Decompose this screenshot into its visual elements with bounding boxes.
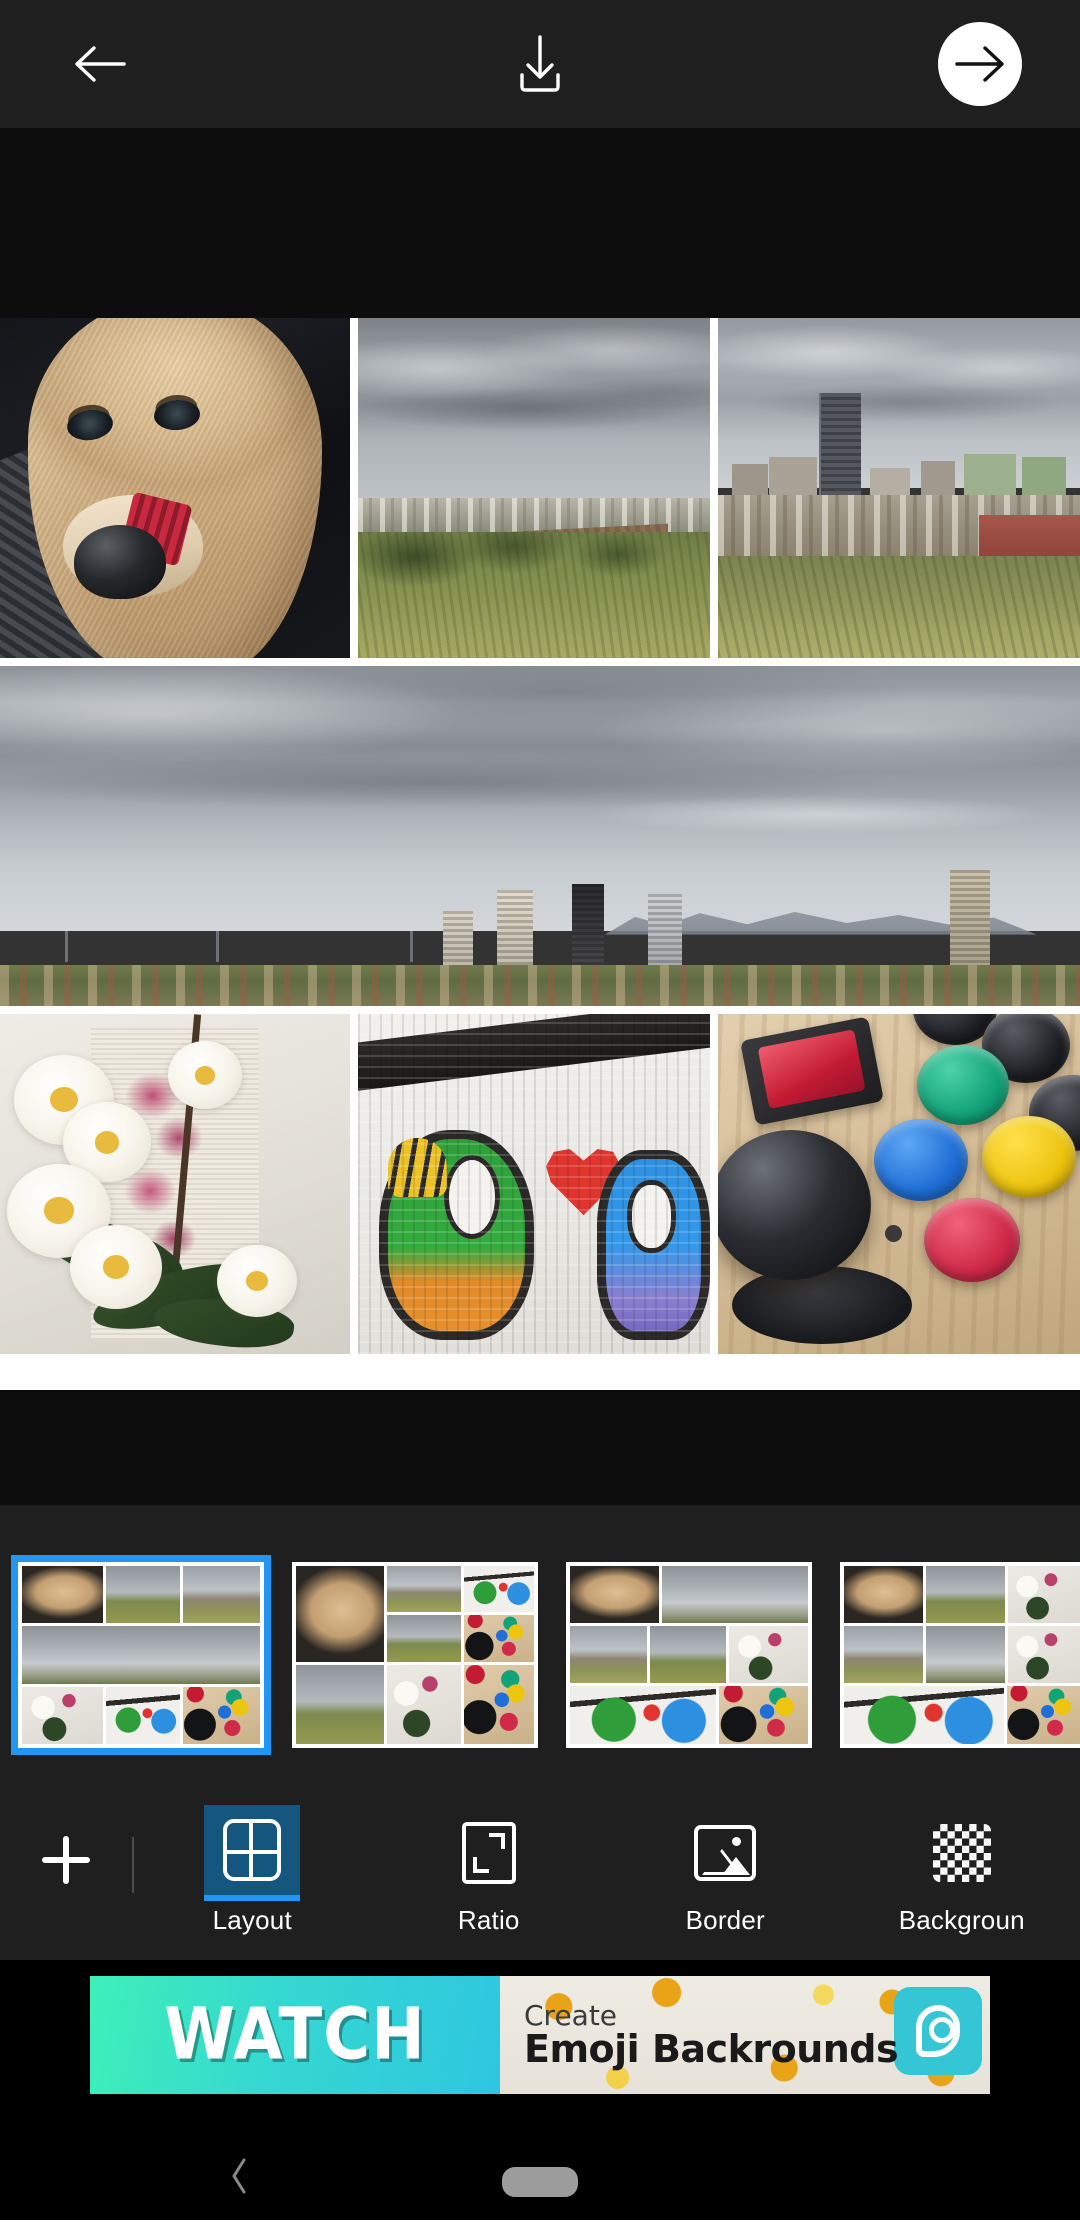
ad-right-panel: Create Emoji Backrounds <box>500 1976 990 2094</box>
image-frame-icon <box>677 1805 773 1901</box>
ad-text-block: Create Emoji Backrounds <box>500 1999 899 2071</box>
tool-background[interactable]: Backgroun <box>844 1805 1080 1936</box>
photo-city-edge[interactable] <box>718 318 1080 658</box>
collage-row-3 <box>0 1014 1080 1354</box>
save-button[interactable] <box>480 16 600 112</box>
photo-field[interactable] <box>358 318 710 658</box>
collage-row-1 <box>0 318 1080 658</box>
layout-preset-1[interactable] <box>11 1555 271 1755</box>
download-icon <box>520 35 560 92</box>
ad-watch-text: WATCH <box>164 1993 426 2077</box>
checkerboard-icon <box>914 1805 1010 1901</box>
tool-list: Layout Ratio Border Backgroun <box>134 1805 1080 1936</box>
collage-preview[interactable] <box>0 318 1080 1390</box>
tool-layout[interactable]: Layout <box>134 1805 371 1936</box>
photo-perler-beads[interactable] <box>358 1014 710 1354</box>
tool-layout-label: Layout <box>212 1905 292 1935</box>
arrow-right-icon <box>955 46 1004 82</box>
advertisement-banner[interactable]: WATCH Create Emoji Backrounds <box>0 1960 1080 2110</box>
tool-ratio-label: Ratio <box>457 1905 520 1935</box>
layout-preset-2[interactable] <box>292 1562 538 1748</box>
tool-background-label: Backgroun <box>898 1905 1025 1935</box>
ad-left-panel: WATCH <box>90 1976 500 2094</box>
nav-back-icon[interactable] <box>228 2158 250 2194</box>
layout-grid-icon <box>204 1805 301 1901</box>
tool-ratio[interactable]: Ratio <box>371 1805 608 1936</box>
next-button-circle <box>938 22 1022 106</box>
back-button[interactable] <box>40 16 160 112</box>
tool-border-label: Border <box>685 1905 765 1935</box>
photo-orchids[interactable] <box>0 1014 350 1354</box>
ad-headline-large: Emoji Backrounds <box>524 2027 899 2071</box>
plus-icon <box>42 1836 90 1884</box>
picsart-logo-icon <box>894 1987 982 2075</box>
ad-content[interactable]: WATCH Create Emoji Backrounds <box>90 1976 990 2094</box>
tool-border[interactable]: Border <box>607 1805 844 1936</box>
layout-preset-3[interactable] <box>566 1562 812 1748</box>
crop-ratio-icon <box>441 1805 537 1901</box>
ad-headline-small: Create <box>524 1999 618 2032</box>
editor-canvas[interactable] <box>0 128 1080 1505</box>
next-button[interactable] <box>920 16 1040 112</box>
nav-home-pill-icon[interactable] <box>502 2167 578 2197</box>
top-bar <box>0 0 1080 128</box>
layout-preset-strip[interactable] <box>0 1505 1080 1805</box>
arrow-left-icon <box>75 46 126 82</box>
photo-dog[interactable] <box>0 318 350 658</box>
collage-row-2 <box>0 666 1080 1006</box>
add-photo-button[interactable] <box>0 1805 132 1960</box>
photo-arcade-stick[interactable] <box>718 1014 1080 1354</box>
photo-panorama[interactable] <box>0 666 1080 1006</box>
layout-preset-scroller[interactable] <box>0 1505 1080 1805</box>
layout-preset-4[interactable] <box>840 1562 1080 1748</box>
android-nav-bar <box>0 2110 1080 2220</box>
bottom-toolbar: Layout Ratio Border Backgroun <box>0 1805 1080 1960</box>
